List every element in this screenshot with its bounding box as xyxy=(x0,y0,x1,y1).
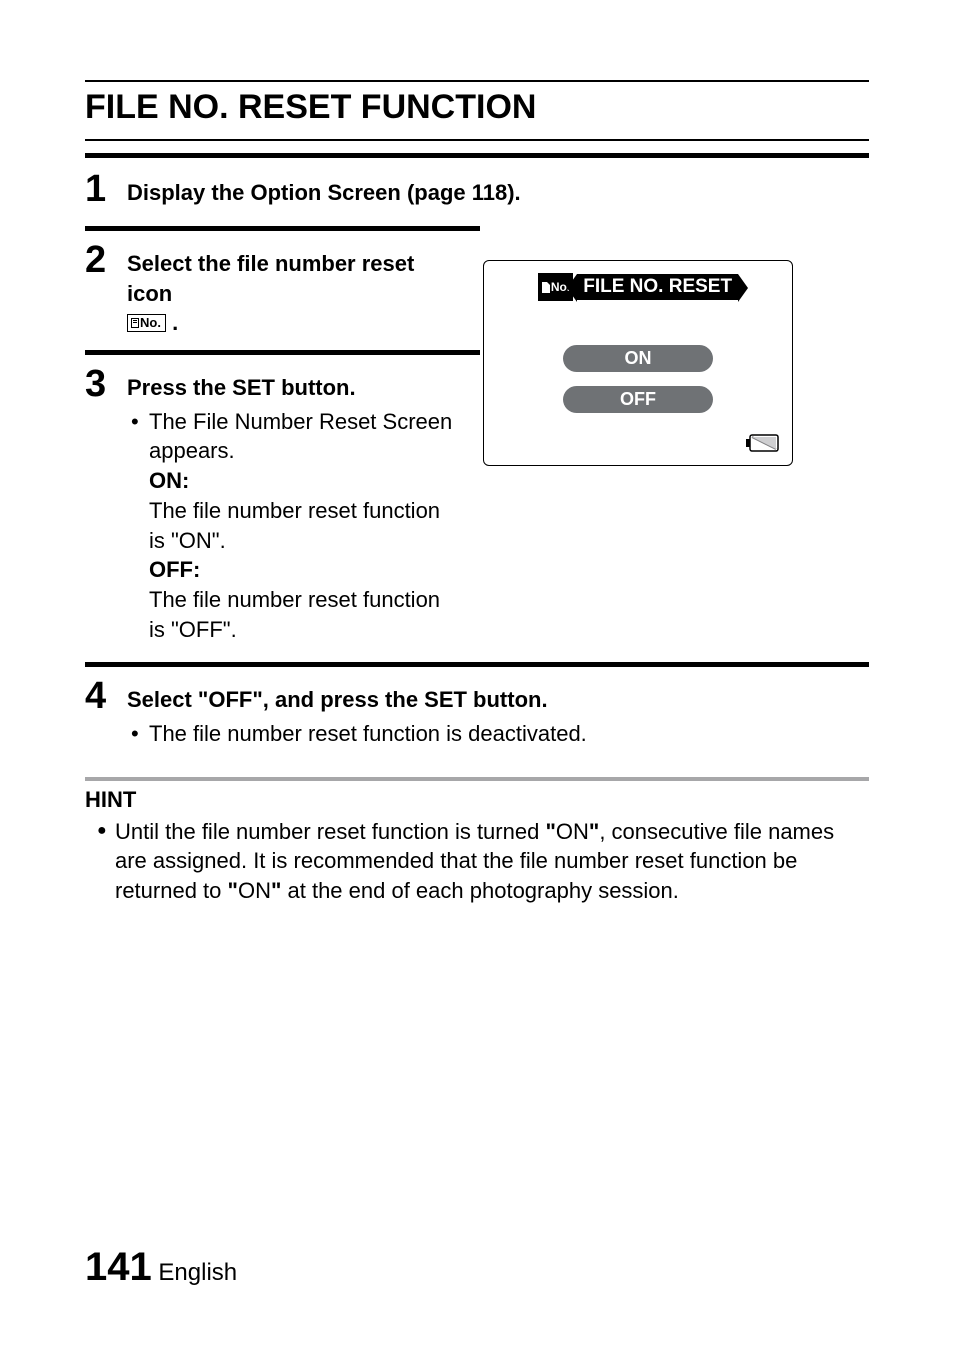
step-4: 4 Select "OFF", and press the SET button… xyxy=(85,675,869,748)
option-on: ON xyxy=(563,345,713,372)
step-2-text-a: Select the file number reset icon xyxy=(127,251,414,306)
quote: " xyxy=(228,878,238,903)
hint-title: HINT xyxy=(85,787,869,813)
hint-on-2: ON xyxy=(238,878,271,903)
on-label: ON: xyxy=(149,468,189,493)
bullet-dot: • xyxy=(131,407,149,645)
step-number: 3 xyxy=(85,363,127,403)
page-language: English xyxy=(158,1259,237,1286)
step-1-text: Display the Option Screen (page 118). xyxy=(127,180,521,205)
hint-rule xyxy=(85,777,869,781)
bullet-dot: • xyxy=(131,719,149,749)
step-2: 2 Select the file number reset icon No. … xyxy=(85,239,455,338)
hint-bullet: ● Until the file number reset function i… xyxy=(85,817,869,906)
step-3-heading: Press the SET button. xyxy=(127,373,455,403)
hint-on: ON xyxy=(556,819,589,844)
off-desc: The file number reset function is "OFF". xyxy=(149,587,440,642)
rule xyxy=(85,153,869,158)
step-1: 1 Display the Option Screen (page 118). xyxy=(85,168,869,208)
step-4-bullet: The file number reset function is deacti… xyxy=(149,719,869,749)
quote: " xyxy=(545,819,555,844)
option-off: OFF xyxy=(563,386,713,413)
quote: " xyxy=(271,878,281,903)
off-label: OFF: xyxy=(149,557,200,582)
rule xyxy=(85,662,869,667)
battery-icon xyxy=(746,433,780,453)
hint-text-a: Until the file number reset function is … xyxy=(115,819,545,844)
step-4-heading: Select "OFF", and press the SET button. xyxy=(127,685,869,715)
step-number: 4 xyxy=(85,675,127,715)
page-footer: 141 English xyxy=(85,1245,237,1290)
hint-text-c: at the end of each photography session. xyxy=(281,878,679,903)
file-no-icon: No. xyxy=(127,314,166,332)
step-2-text-b: . xyxy=(172,310,178,335)
page-number: 141 xyxy=(85,1245,152,1289)
device-screen: No. FILE NO. RESET ON OFF xyxy=(483,260,793,466)
bullet-dot: ● xyxy=(97,817,115,906)
step-number: 1 xyxy=(85,168,127,208)
step-number: 2 xyxy=(85,239,127,279)
step-3-bullet: The File Number Reset Screen appears. xyxy=(149,409,452,464)
quote: " xyxy=(589,819,599,844)
on-desc: The file number reset function is "ON". xyxy=(149,498,440,553)
step-3: 3 Press the SET button. • The File Numbe… xyxy=(85,363,455,644)
rule xyxy=(85,226,480,231)
page-title: FILE NO. RESET FUNCTION xyxy=(85,80,869,141)
screen-title: FILE NO. RESET xyxy=(577,274,738,300)
rule xyxy=(85,350,480,355)
